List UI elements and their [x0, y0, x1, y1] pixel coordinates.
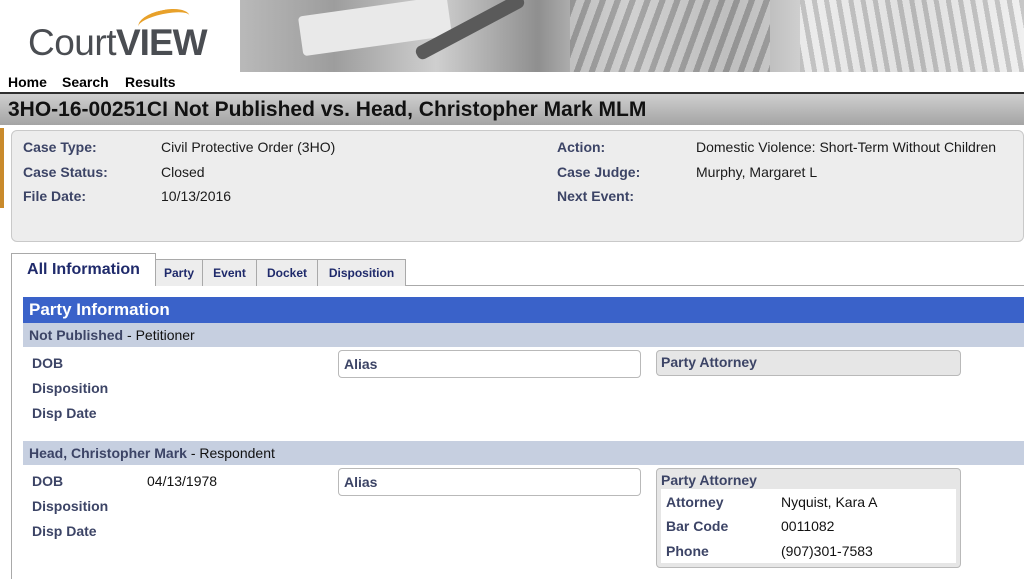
file-date-label: File Date:	[23, 188, 87, 204]
nav-results-link[interactable]: Results	[125, 74, 176, 90]
attorney-value: Nyquist, Kara A	[781, 494, 878, 510]
case-status-label: Case Status:	[23, 164, 108, 180]
bar-code-value: 0011082	[781, 518, 835, 534]
bar-code-label: Bar Code	[666, 518, 729, 534]
file-date-value: 10/13/2016	[161, 188, 232, 204]
tab-event[interactable]: Event	[202, 259, 257, 286]
dob-label: DOB	[32, 473, 64, 489]
top-nav: Home Search Results	[0, 72, 1024, 92]
alias-label: Alias	[344, 356, 378, 372]
party-header-petitioner: Not Published - Petitioner	[23, 323, 1024, 347]
phone-label: Phone	[666, 543, 709, 559]
courtview-logo[interactable]: CourtVIEW	[28, 4, 208, 64]
dob-label: DOB	[32, 355, 64, 371]
phone-value: (907)301-7583	[781, 543, 873, 559]
case-title-bar: 3HO-16-00251CI Not Published vs. Head, C…	[0, 92, 1024, 125]
party-information-header: Party Information	[23, 297, 1024, 323]
case-type-value: Civil Protective Order (3HO)	[161, 139, 336, 155]
party-attorney-box: Party Attorney Attorney Nyquist, Kara A …	[656, 468, 961, 568]
case-judge-label: Case Judge:	[557, 164, 641, 180]
logo-prefix: Court	[28, 22, 116, 63]
action-label: Action:	[557, 139, 606, 155]
banner-photo-architecture	[800, 0, 1024, 72]
tab-all-information[interactable]: All Information	[11, 253, 156, 286]
disposition-label: Disposition	[32, 380, 109, 396]
party-header-respondent: Head, Christopher Mark - Respondent	[23, 441, 1024, 465]
tab-disposition[interactable]: Disposition	[317, 259, 406, 286]
case-summary: Case Type: Civil Protective Order (3HO) …	[11, 130, 1024, 242]
alias-label: Alias	[344, 474, 378, 490]
left-accent-bar	[0, 128, 4, 208]
dob-value: 04/13/1978	[147, 473, 218, 489]
case-status-value: Closed	[161, 164, 205, 180]
case-type-label: Case Type:	[23, 139, 97, 155]
party-name: Not Published	[29, 327, 124, 343]
action-value: Domestic Violence: Short-Term Without Ch…	[696, 139, 997, 155]
tab-party[interactable]: Party	[155, 259, 203, 286]
case-title-bar-fill: 3HO-16-00251CI Not Published vs. Head, C…	[0, 94, 1024, 125]
nav-home-link[interactable]: Home	[8, 74, 47, 90]
party-attorney-label: Party Attorney	[661, 354, 757, 370]
alias-box: Alias	[338, 350, 641, 378]
party-role: - Respondent	[186, 445, 275, 461]
attorney-label: Attorney	[666, 494, 724, 510]
next-event-label: Next Event:	[557, 188, 635, 204]
nav-search-link[interactable]: Search	[62, 74, 109, 90]
logo-area: CourtVIEW	[0, 0, 240, 72]
attorney-details: Attorney Nyquist, Kara A Bar Code 001108…	[661, 489, 956, 563]
case-judge-value: Murphy, Margaret L	[696, 164, 818, 180]
party-attorney-box: Party Attorney	[656, 350, 961, 376]
disp-date-label: Disp Date	[32, 523, 97, 539]
tab-docket[interactable]: Docket	[256, 259, 318, 286]
alias-box: Alias	[338, 468, 641, 496]
disp-date-label: Disp Date	[32, 405, 97, 421]
header-banner: CourtVIEW	[0, 0, 1024, 72]
party-attorney-label: Party Attorney	[661, 472, 757, 488]
party-role: - Petitioner	[123, 327, 195, 343]
page-title: 3HO-16-00251CI Not Published vs. Head, C…	[8, 98, 647, 121]
banner-photo-columns	[570, 0, 770, 72]
banner-photo	[240, 0, 1024, 72]
disposition-label: Disposition	[32, 498, 109, 514]
party-name: Head, Christopher Mark	[29, 445, 187, 461]
